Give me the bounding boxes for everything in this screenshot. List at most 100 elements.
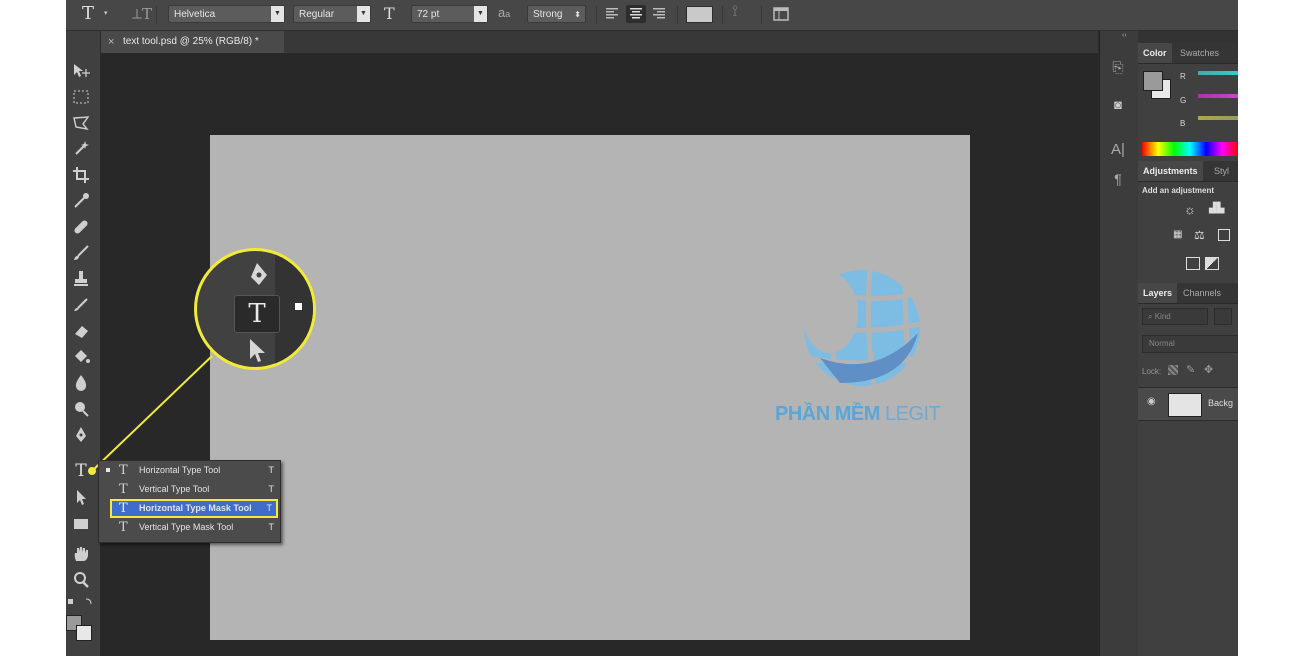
photoshop-window: T ▾ ⟂T Helvetica ▼ Regular ▼ T 72 pt ▼ a… [66,0,1238,656]
invert-icon[interactable] [1186,257,1200,270]
document-canvas[interactable]: PHẦN MỀM LEGIT [210,135,970,640]
antialias-select[interactable]: Strong ⬍ [527,5,586,23]
tab-adjustments[interactable]: Adjustments [1138,161,1203,181]
font-style-value: Regular [299,9,335,20]
preset-arrow-icon[interactable]: ▾ [104,5,108,23]
align-center-button[interactable] [626,5,646,23]
pen-tool-icon [251,263,267,285]
chevron-down-icon: ▼ [271,6,284,22]
antialias-value: Strong [533,9,563,20]
lock-position-icon[interactable]: ✥ [1204,363,1213,376]
color-spectrum-ramp[interactable] [1142,142,1238,156]
history-panel-icon[interactable]: ⎘ [1104,59,1132,81]
align-left-button[interactable] [604,5,622,23]
character-panel-button[interactable] [772,5,790,23]
layer-row-background[interactable]: ◉ Backg [1138,387,1238,421]
type-tool-preset-icon[interactable]: T [82,2,94,24]
tab-channels[interactable]: Channels [1178,283,1226,303]
lock-transparency-icon[interactable] [1168,365,1178,375]
rectangle-tool-icon[interactable] [66,513,96,539]
vertical-type-icon: T [119,482,128,497]
hand-tool-icon[interactable] [66,543,96,569]
logo-wordmark: PHẦN MỀM LEGIT [775,403,941,426]
type-tool-glyph: T [75,461,87,481]
lock-label: Lock: [1142,367,1162,376]
logo-text-light: LEGIT [884,403,941,425]
divider [761,6,762,24]
color-balance-icon[interactable]: ⚖ [1194,228,1205,242]
flyout-item-horizontal-type-mask[interactable]: T Horizontal Type Mask Tool T [110,499,278,518]
image-filter-icon[interactable] [1214,308,1232,325]
font-style-select[interactable]: Regular ▼ [293,5,371,23]
document-tab[interactable]: × text tool.psd @ 25% (RGB/8) * [101,31,284,53]
path-selection-tool-icon[interactable] [66,487,96,513]
flyout-item-label: Horizontal Type Tool [139,465,221,475]
flyout-item-vertical-type-mask[interactable]: T Vertical Type Mask Tool T [99,518,280,537]
collapse-arrows-icon[interactable]: ‹‹ [1122,32,1127,39]
font-family-select[interactable]: Helvetica ▼ [168,5,285,23]
active-tool-indicator [295,303,302,310]
font-size-icon: T [384,4,395,23]
green-slider[interactable] [1198,94,1238,98]
crop-tool-icon[interactable] [66,164,96,190]
black-white-icon[interactable] [1218,229,1230,241]
paragraph-panel-icon[interactable]: ¶ [1104,171,1132,193]
layer-kind-filter[interactable]: ⌕ Kind [1142,308,1208,325]
close-icon[interactable]: × [108,31,114,53]
align-center-icon [630,8,642,19]
kind-filter-value: Kind [1154,312,1171,321]
blend-mode-select[interactable]: Normal [1142,335,1238,353]
background-color-swatch[interactable] [76,625,92,641]
color-fg-swatch-front[interactable] [1143,71,1163,91]
antialias-icon: aa [498,4,510,22]
character-panel-icon[interactable]: A| [1104,141,1132,163]
font-size-select[interactable]: 72 pt ▼ [411,5,488,23]
eraser-tool-icon[interactable] [66,320,96,346]
font-family-value: Helvetica [174,9,216,20]
brightness-icon[interactable]: ☼ [1184,202,1196,217]
tab-color[interactable]: Color [1138,43,1172,63]
eye-visibility-icon[interactable]: ◉ [1147,396,1156,407]
flyout-item-vertical-type[interactable]: T Vertical Type Tool T [99,480,280,499]
eyedropper-tool-icon[interactable] [66,190,96,216]
gradient-map-icon[interactable] [1205,257,1219,270]
warp-text-icon[interactable]: ⟟ [732,3,738,21]
blue-slider[interactable] [1198,116,1238,120]
flyout-item-horizontal-type[interactable]: T Horizontal Type Tool T [99,461,280,480]
marquee-tool-icon[interactable] [66,86,96,112]
red-slider[interactable] [1198,71,1238,75]
lock-pixels-icon[interactable]: ✎ [1186,363,1195,376]
zoom-tool-icon[interactable] [66,569,96,595]
tab-styles[interactable]: Styl [1209,161,1234,181]
healing-brush-tool-icon[interactable] [66,216,96,242]
logo-text-bold: PHẦN MỀM [775,403,880,425]
chevron-down-icon: ▼ [474,6,487,22]
levels-icon[interactable]: ▟▙ [1209,203,1224,214]
flyout-item-shortcut: T [268,522,275,532]
properties-panel-icon[interactable]: ◙ [1104,97,1132,119]
align-right-button[interactable] [651,5,669,23]
vibrance-icon[interactable]: ▦ [1173,229,1182,240]
panel-collapse-bar[interactable]: ‹‹ [1122,31,1238,43]
magnified-type-tool-icon: T [234,295,280,333]
options-bar: T ▾ ⟂T Helvetica ▼ Regular ▼ T 72 pt ▼ a… [66,0,1238,31]
tools-panel: T [66,31,101,656]
right-panels: ‹‹ Color Swatches R G B Adjustments Styl… [1122,31,1238,656]
move-tool-icon[interactable] [66,60,96,86]
channel-g-label: G [1180,96,1187,105]
clone-stamp-tool-icon[interactable] [66,268,96,294]
tab-swatches[interactable]: Swatches [1175,43,1224,63]
antialias-glyph-small-a: a [505,9,511,19]
lasso-tool-icon[interactable] [66,112,96,138]
toggle-orientation-icon[interactable]: ⟂T [132,3,152,23]
magic-wand-tool-icon[interactable] [66,138,96,164]
color-panel-tabs: Color Swatches [1138,43,1238,64]
brush-tool-icon[interactable] [66,242,96,268]
history-brush-tool-icon[interactable] [66,294,96,320]
text-color-swatch[interactable] [686,6,713,23]
divider [156,6,157,24]
channel-b-label: B [1180,119,1186,128]
tab-layers[interactable]: Layers [1138,283,1178,303]
divider [596,6,597,24]
swap-colors-icon[interactable] [66,593,96,609]
